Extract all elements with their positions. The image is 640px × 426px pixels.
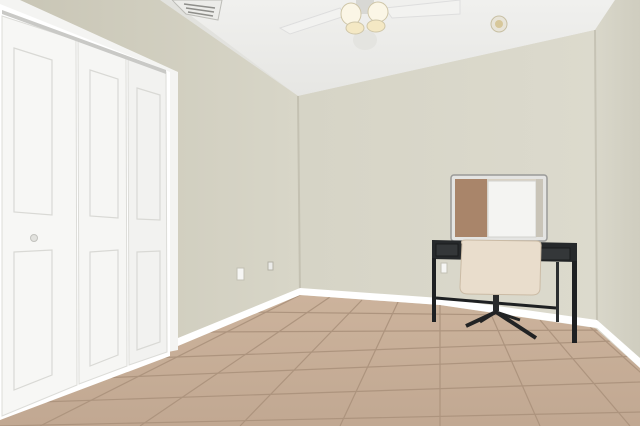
closet: [0, 0, 178, 420]
wall-outlet-back: [440, 262, 448, 274]
desk-leg: [572, 261, 577, 343]
closet-door-left: [1, 15, 78, 417]
closet-door-right: [127, 56, 168, 366]
closet-door-mid: [77, 39, 128, 385]
wall-cable-jack: [267, 261, 274, 271]
closet-door-knob: [30, 234, 38, 242]
right-wall: [595, 0, 640, 368]
desk-leg: [556, 262, 559, 322]
wall-outlet: [236, 267, 245, 281]
room-photo: [0, 0, 640, 426]
desk-leg: [432, 258, 436, 322]
